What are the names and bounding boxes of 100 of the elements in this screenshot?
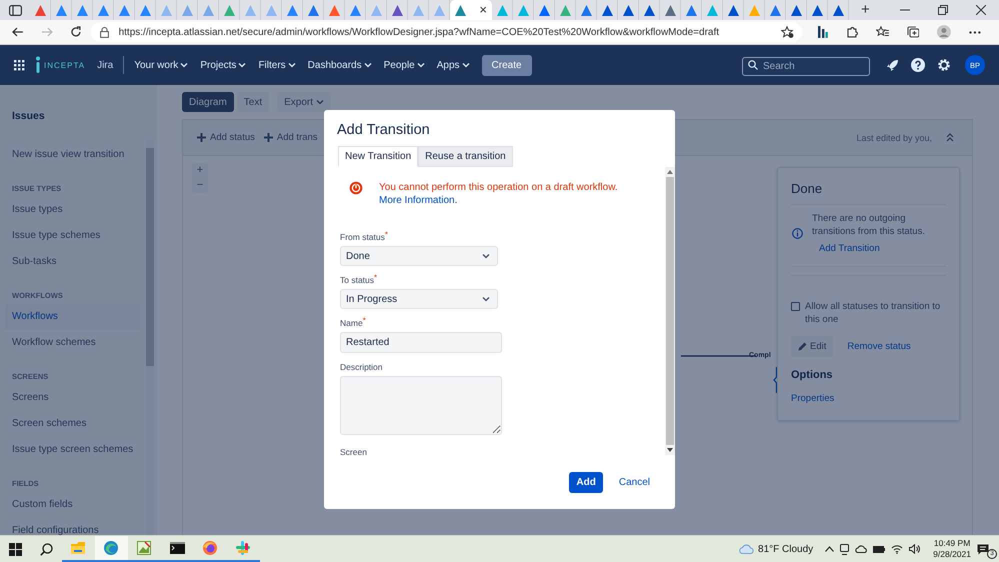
clock[interactable]: 10:49 PM 9/28/2021 <box>933 538 971 560</box>
new-tab-button[interactable]: + <box>861 2 870 18</box>
search-field[interactable]: Search <box>742 56 870 76</box>
status-node-edge <box>773 367 777 393</box>
terminal-icon <box>170 541 185 555</box>
zoom-in-button[interactable]: + <box>192 163 208 178</box>
caret-icon <box>416 62 425 68</box>
last-edited-text: Last edited by you, <box>856 132 932 142</box>
chevron-up-icon[interactable] <box>825 546 834 552</box>
collections-icon[interactable] <box>906 26 920 38</box>
search-icon <box>748 60 758 70</box>
view-tab[interactable]: Diagram <box>182 92 234 112</box>
back-arrow-icon[interactable] <box>12 27 24 37</box>
zoom-out-button[interactable]: − <box>192 178 208 193</box>
caret-icon <box>364 62 372 68</box>
scroll-down-icon <box>667 448 673 452</box>
checkbox-label: Allow all statuses to transition to this one <box>805 300 942 326</box>
toolbar-button[interactable]: Add status <box>197 132 255 143</box>
sidebar-item[interactable]: Screen schemes <box>5 411 140 437</box>
view-tab[interactable]: Text <box>236 92 270 112</box>
sidebar-item[interactable]: New issue view transition <box>5 142 140 168</box>
sidebar-item[interactable]: Workflow schemes <box>5 330 140 356</box>
favorites-icon[interactable] <box>876 26 889 38</box>
sidebar-item[interactable]: Issue type screen schemes <box>5 437 140 463</box>
add-transition-link[interactable]: Add Transition <box>819 243 946 254</box>
remove-status-link[interactable]: Remove status <box>847 341 911 352</box>
create-button[interactable]: Create <box>482 54 532 76</box>
address-field[interactable]: https://incepta.atlassian.net/secure/admin/workflows/WorkflowDesigner.jspa?wfName=COE%20Test%20Workflow&workflowMode=draft <box>90 22 802 42</box>
sidebar-item[interactable]: Field configurations <box>5 518 140 544</box>
plus-icon <box>264 133 273 142</box>
more-information-link[interactable]: More Information. <box>379 194 618 207</box>
collapse-icon[interactable] <box>946 133 954 142</box>
volume-icon[interactable] <box>909 544 922 554</box>
caret-icon <box>462 62 470 68</box>
cloud-outline-icon[interactable] <box>855 545 868 553</box>
battery-icon[interactable] <box>873 546 886 552</box>
wifi-icon[interactable] <box>891 544 904 554</box>
settings-icon[interactable] <box>937 58 951 72</box>
reload-icon[interactable] <box>70 26 82 38</box>
start-icon[interactable] <box>9 542 22 556</box>
nav-menu[interactable]: Your work <box>128 53 194 77</box>
dialog-tab[interactable]: New Transition <box>338 146 418 167</box>
nav-menu[interactable]: People <box>378 53 431 77</box>
close-icon[interactable] <box>976 5 986 15</box>
textarea-field[interactable] <box>340 376 502 435</box>
clock-date: 9/28/2021 <box>933 549 971 560</box>
tab-actions-icon[interactable] <box>9 4 22 16</box>
firefox-logo-icon <box>203 541 218 555</box>
image-editor-icon <box>137 541 152 555</box>
sidebar-item[interactable]: Custom fields <box>5 492 140 518</box>
plus-icon <box>197 133 206 142</box>
close-tab-button[interactable]: × <box>479 3 487 17</box>
browser-tab[interactable]: × <box>450 0 492 20</box>
select-field[interactable]: In Progress <box>340 289 498 309</box>
status-title: Done <box>791 180 824 198</box>
select-field[interactable]: Done <box>340 246 498 266</box>
pencil-icon <box>798 342 807 351</box>
app-switcher-icon[interactable] <box>14 60 25 70</box>
nav-menu[interactable]: Projects <box>194 53 252 77</box>
clock-time: 10:49 PM <box>934 538 970 549</box>
profile-icon[interactable] <box>937 25 952 39</box>
favorite-add-icon[interactable] <box>780 26 794 38</box>
cancel-button[interactable]: Cancel <box>618 476 650 488</box>
lock-icon <box>100 26 109 38</box>
sidebar-item[interactable]: Screens <box>5 385 140 411</box>
scrollbar[interactable] <box>146 140 154 535</box>
extensions-icon[interactable] <box>846 26 858 38</box>
sidebar-item[interactable]: Sub-tasks <box>5 249 140 275</box>
rocket-icon[interactable] <box>886 58 899 72</box>
product-name[interactable]: Jira <box>97 60 114 70</box>
caret-icon <box>482 253 490 259</box>
reading-bars-icon[interactable] <box>818 26 828 38</box>
info-icon <box>792 228 803 239</box>
nav-menu[interactable]: Filters <box>252 53 302 77</box>
edit-button[interactable]: Edit <box>791 336 834 357</box>
camera-icon[interactable] <box>840 544 850 554</box>
maximize-icon[interactable] <box>938 5 948 15</box>
weather-text[interactable]: 81°F Cloudy <box>758 544 814 554</box>
add-button[interactable]: Add <box>569 472 603 492</box>
properties-link[interactable]: Properties <box>791 393 834 404</box>
text-field[interactable]: Restarted <box>340 332 502 353</box>
caret-icon <box>482 296 490 302</box>
nav-menu[interactable]: Apps <box>430 53 476 77</box>
sidebar-item[interactable]: Issue types <box>5 197 140 223</box>
scrollbar[interactable] <box>665 167 675 455</box>
sidebar-item[interactable]: Workflows <box>5 304 140 330</box>
notification-icon[interactable] <box>977 544 989 554</box>
dialog-tab[interactable]: Reuse a transition <box>418 146 513 167</box>
export-button[interactable]: Export <box>277 92 332 112</box>
toolbar-button[interactable]: Add trans <box>264 132 318 143</box>
checkbox[interactable] <box>791 302 800 311</box>
nav-menu[interactable]: Dashboards <box>302 53 378 77</box>
field-label: Screen <box>340 447 368 455</box>
chat-app-icon <box>236 541 251 555</box>
sidebar-item[interactable]: Issue type schemes <box>5 223 140 249</box>
logo-text: INCEPTA <box>44 60 86 70</box>
search-icon[interactable] <box>40 542 53 556</box>
help-icon[interactable] <box>911 58 925 72</box>
more-options-icon[interactable] <box>969 30 982 34</box>
required-marker: * <box>362 316 366 325</box>
